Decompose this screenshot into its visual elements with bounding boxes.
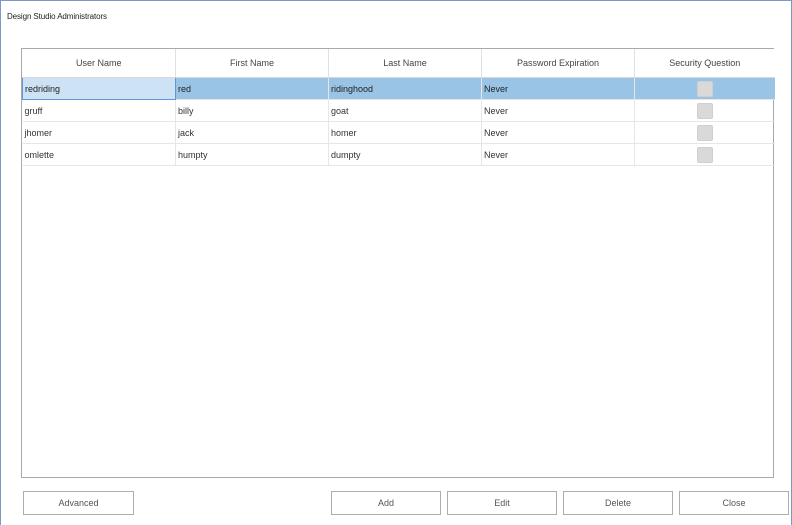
- cell-security-question[interactable]: [634, 143, 775, 166]
- cell-first-name[interactable]: humpty: [175, 143, 329, 166]
- security-question-checkbox[interactable]: [696, 146, 713, 163]
- cell-password-expiration[interactable]: Never: [481, 143, 635, 166]
- admin-window: Design Studio Administrators User Name F…: [0, 0, 792, 525]
- close-button[interactable]: Close: [679, 491, 789, 515]
- cell-first-name[interactable]: jack: [175, 121, 329, 144]
- column-header-first-name[interactable]: First Name: [175, 49, 329, 78]
- cell-last-name[interactable]: ridinghood: [328, 77, 482, 100]
- table-row[interactable]: gruff billy goat Never: [22, 99, 775, 122]
- cell-password-expiration[interactable]: Never: [481, 99, 635, 122]
- cell-last-name[interactable]: dumpty: [328, 143, 482, 166]
- column-header-security-question[interactable]: Security Question: [634, 49, 775, 78]
- delete-button[interactable]: Delete: [563, 491, 673, 515]
- administrators-grid[interactable]: User Name First Name Last Name Password …: [21, 48, 775, 478]
- cell-security-question[interactable]: [634, 121, 775, 144]
- cell-password-expiration[interactable]: Never: [481, 77, 635, 100]
- cell-user-name[interactable]: jhomer: [22, 121, 176, 144]
- cell-security-question[interactable]: [634, 99, 775, 122]
- header-row: User Name First Name Last Name Password …: [22, 49, 775, 78]
- table-row[interactable]: omlette humpty dumpty Never: [22, 143, 775, 166]
- window-border-top: [0, 0, 792, 1]
- add-button[interactable]: Add: [331, 491, 441, 515]
- advanced-button[interactable]: Advanced: [23, 491, 134, 515]
- cell-user-name[interactable]: gruff: [22, 99, 176, 122]
- cell-security-question[interactable]: [634, 77, 775, 100]
- column-header-password-expiration[interactable]: Password Expiration: [481, 49, 635, 78]
- security-question-checkbox[interactable]: [696, 102, 713, 119]
- security-question-checkbox[interactable]: [696, 80, 713, 97]
- edit-button[interactable]: Edit: [447, 491, 557, 515]
- table-row[interactable]: jhomer jack homer Never: [22, 121, 775, 144]
- table-row[interactable]: redriding red ridinghood Never: [22, 77, 775, 100]
- column-header-last-name[interactable]: Last Name: [328, 49, 482, 78]
- cell-first-name[interactable]: billy: [175, 99, 329, 122]
- cell-password-expiration[interactable]: Never: [481, 121, 635, 144]
- administrators-table: User Name First Name Last Name Password …: [22, 49, 775, 166]
- cell-last-name[interactable]: homer: [328, 121, 482, 144]
- cell-last-name[interactable]: goat: [328, 99, 482, 122]
- window-title: Design Studio Administrators: [7, 12, 107, 21]
- window-border-left: [0, 0, 1, 525]
- cell-user-name[interactable]: redriding: [22, 77, 176, 100]
- cell-first-name[interactable]: red: [175, 77, 329, 100]
- cell-user-name[interactable]: omlette: [22, 143, 176, 166]
- column-header-user-name[interactable]: User Name: [22, 49, 176, 78]
- security-question-checkbox[interactable]: [696, 124, 713, 141]
